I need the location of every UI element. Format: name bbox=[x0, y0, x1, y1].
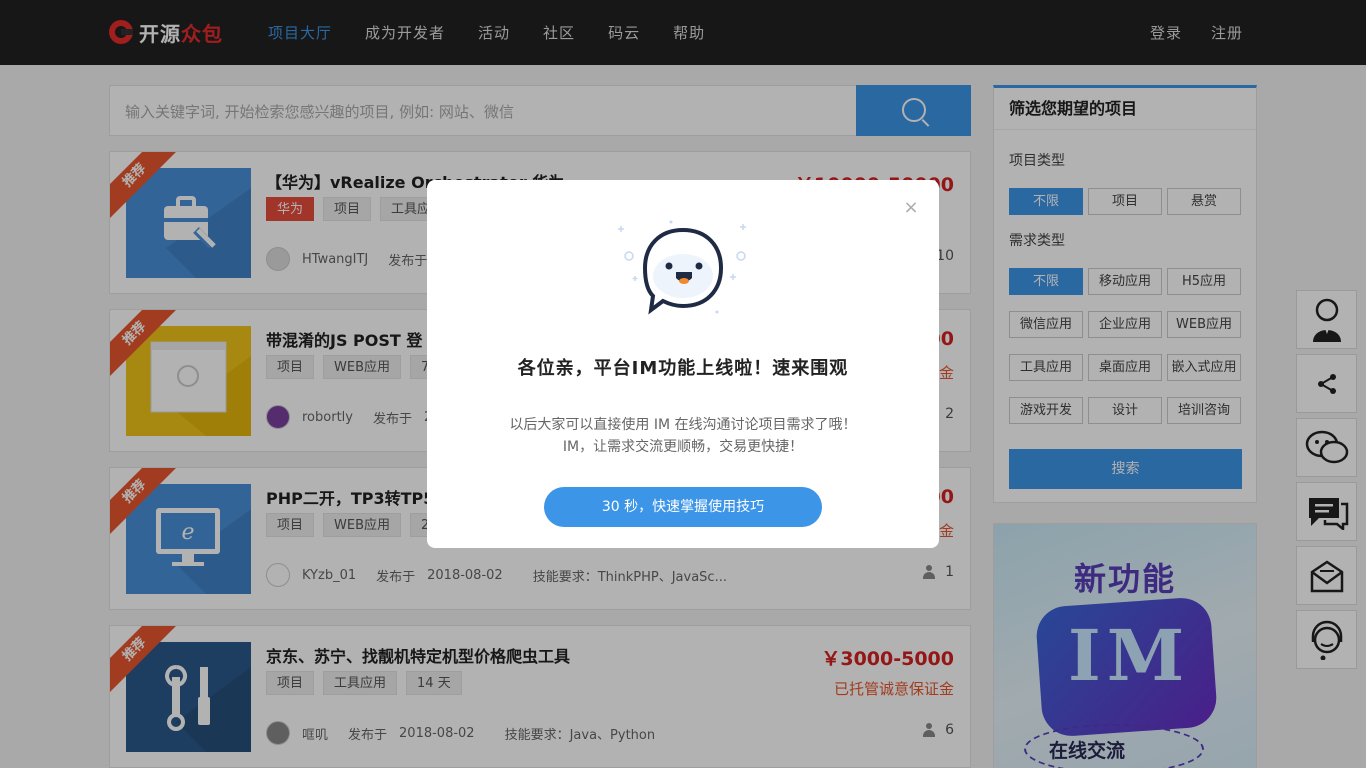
mascot-chat-bubble-icon bbox=[618, 220, 746, 315]
modal-description-line2: IM，让需求交流更顺畅，交易更快捷！ bbox=[562, 439, 804, 455]
modal-description-line1: 以后大家可以直接使用 IM 在线沟通讨论项目需求了哦！ bbox=[509, 417, 857, 433]
im-announcement-modal: × 各位亲，平台IM功能上线啦！速来围观 以后大家可以直接使用 IM 在线沟通讨… bbox=[427, 180, 939, 548]
close-icon[interactable]: × bbox=[901, 198, 921, 218]
quick-tutorial-button[interactable]: 30 秒，快速掌握使用技巧 bbox=[544, 487, 822, 527]
modal-title: 各位亲，平台IM功能上线啦！速来围观 bbox=[517, 358, 849, 379]
